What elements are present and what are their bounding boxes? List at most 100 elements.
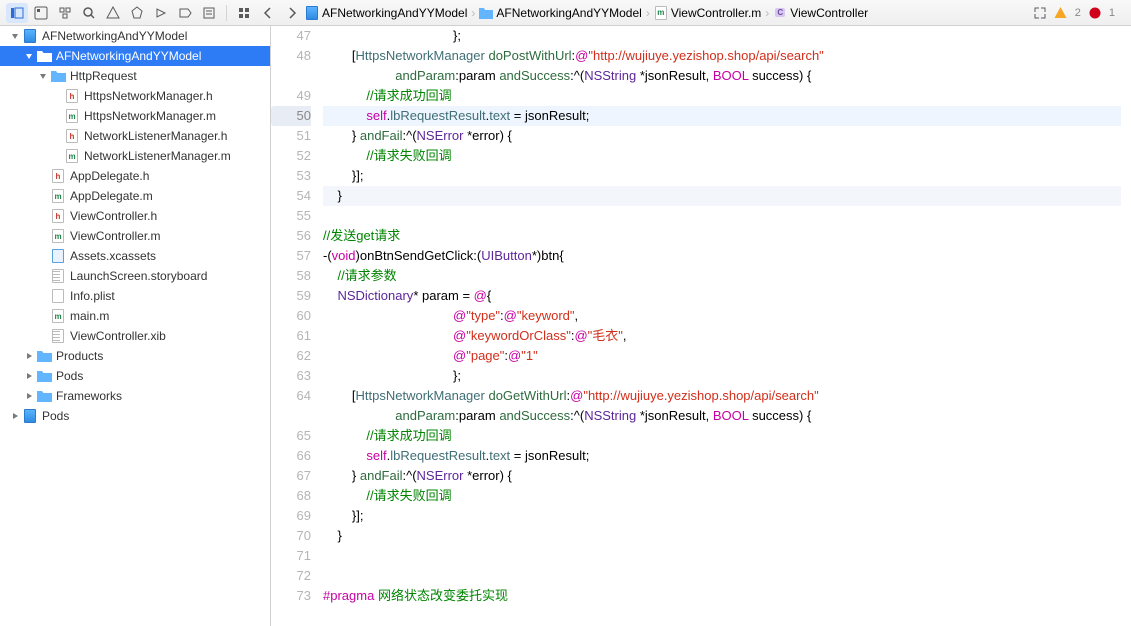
breadcrumb[interactable]: C ViewController bbox=[773, 6, 868, 20]
code-line[interactable]: } bbox=[323, 186, 1121, 206]
code-line[interactable]: [HttpsNetworkManager doGetWithUrl:@"http… bbox=[323, 386, 1121, 406]
tree-row[interactable]: Info.plist bbox=[0, 286, 270, 306]
breadcrumb[interactable]: m ViewController.m bbox=[654, 6, 761, 20]
line-number[interactable]: 55 bbox=[271, 206, 311, 226]
tree-row[interactable]: mAppDelegate.m bbox=[0, 186, 270, 206]
code-line[interactable]: } andFail:^(NSError *error) { bbox=[323, 126, 1121, 146]
code-line[interactable]: } bbox=[323, 526, 1121, 546]
tree-row[interactable]: hNetworkListenerManager.h bbox=[0, 126, 270, 146]
nav-back-button[interactable] bbox=[257, 3, 279, 23]
disclosure-triangle[interactable] bbox=[24, 352, 34, 360]
code-line[interactable]: //请求成功回调 bbox=[323, 86, 1121, 106]
disclosure-triangle[interactable] bbox=[10, 412, 20, 420]
symbol-navigator-tab[interactable] bbox=[54, 3, 76, 23]
line-number[interactable]: 60 bbox=[271, 306, 311, 326]
breadcrumb[interactable]: AFNetworkingAndYYModel bbox=[479, 6, 641, 20]
code-line[interactable]: -(void)onBtnSendGetClick:(UIButton*)btn{ bbox=[323, 246, 1121, 266]
code-line[interactable]: andParam:param andSuccess:^(NSString *js… bbox=[323, 66, 1121, 86]
tree-row[interactable]: Frameworks bbox=[0, 386, 270, 406]
line-number[interactable]: 52 bbox=[271, 146, 311, 166]
code-line[interactable] bbox=[323, 546, 1121, 566]
code-line[interactable]: }]; bbox=[323, 506, 1121, 526]
line-number[interactable]: 63 bbox=[271, 366, 311, 386]
disclosure-triangle[interactable] bbox=[24, 392, 34, 400]
tree-row[interactable]: Pods bbox=[0, 406, 270, 426]
code-line[interactable]: andParam:param andSuccess:^(NSString *js… bbox=[323, 406, 1121, 426]
code-line[interactable]: } andFail:^(NSError *error) { bbox=[323, 466, 1121, 486]
code-line[interactable] bbox=[323, 566, 1121, 586]
line-number[interactable]: 56 bbox=[271, 226, 311, 246]
code-line[interactable]: }; bbox=[323, 26, 1121, 46]
test-navigator-tab[interactable] bbox=[126, 3, 148, 23]
code-line[interactable]: //请求成功回调 bbox=[323, 426, 1121, 446]
line-number[interactable]: 65 bbox=[271, 426, 311, 446]
code-line[interactable]: @"type":@"keyword", bbox=[323, 306, 1121, 326]
code-content[interactable]: }; [HttpsNetworkManager doPostWithUrl:@"… bbox=[323, 26, 1131, 626]
tree-row[interactable]: HttpRequest bbox=[0, 66, 270, 86]
find-navigator-tab[interactable] bbox=[78, 3, 100, 23]
line-number[interactable]: 47 bbox=[271, 26, 311, 46]
code-line[interactable] bbox=[323, 206, 1121, 226]
code-line[interactable]: }; bbox=[323, 366, 1121, 386]
line-number[interactable]: 69 bbox=[271, 506, 311, 526]
disclosure-triangle[interactable] bbox=[38, 72, 48, 80]
code-line[interactable]: [HttpsNetworkManager doPostWithUrl:@"htt… bbox=[323, 46, 1121, 66]
code-line[interactable]: @"page":@"1" bbox=[323, 346, 1121, 366]
error-icon[interactable] bbox=[1089, 7, 1101, 19]
code-line[interactable]: //请求失败回调 bbox=[323, 486, 1121, 506]
tree-row[interactable]: LaunchScreen.storyboard bbox=[0, 266, 270, 286]
line-number[interactable]: 73 bbox=[271, 586, 311, 606]
line-number[interactable]: 67 bbox=[271, 466, 311, 486]
code-line[interactable]: //请求失败回调 bbox=[323, 146, 1121, 166]
code-line[interactable]: #pragma 网络状态改变委托实现 bbox=[323, 586, 1121, 606]
tree-row[interactable]: AFNetworkingAndYYModel bbox=[0, 26, 270, 46]
tree-row[interactable]: hHttpsNetworkManager.h bbox=[0, 86, 270, 106]
tree-row[interactable]: mViewController.m bbox=[0, 226, 270, 246]
related-items-button[interactable] bbox=[233, 3, 255, 23]
line-number[interactable]: 58 bbox=[271, 266, 311, 286]
source-editor[interactable]: 4748495051525354555657585960616263646566… bbox=[271, 26, 1131, 626]
issue-navigator-tab[interactable] bbox=[102, 3, 124, 23]
code-line[interactable]: //请求参数 bbox=[323, 266, 1121, 286]
tree-row[interactable]: Pods bbox=[0, 366, 270, 386]
tree-row[interactable]: AFNetworkingAndYYModel bbox=[0, 46, 270, 66]
line-number[interactable]: 48 bbox=[271, 46, 311, 66]
code-line[interactable]: //发送get请求 bbox=[323, 226, 1121, 246]
code-line[interactable]: NSDictionary* param = @{ bbox=[323, 286, 1121, 306]
code-line[interactable]: self.lbRequestResult.text = jsonResult; bbox=[323, 446, 1121, 466]
line-number[interactable]: 62 bbox=[271, 346, 311, 366]
debug-navigator-tab[interactable] bbox=[150, 3, 172, 23]
line-number[interactable]: 50 bbox=[271, 106, 311, 126]
line-number[interactable]: 72 bbox=[271, 566, 311, 586]
code-line[interactable]: }]; bbox=[323, 166, 1121, 186]
expand-icon[interactable] bbox=[1034, 7, 1046, 19]
project-navigator[interactable]: AFNetworkingAndYYModelAFNetworkingAndYYM… bbox=[0, 26, 271, 626]
breadcrumb[interactable]: AFNetworkingAndYYModel bbox=[305, 6, 467, 20]
line-number[interactable]: 70 bbox=[271, 526, 311, 546]
breakpoint-navigator-tab[interactable] bbox=[174, 3, 196, 23]
line-number[interactable]: 49 bbox=[271, 86, 311, 106]
tree-row[interactable]: mHttpsNetworkManager.m bbox=[0, 106, 270, 126]
tree-row[interactable]: hViewController.h bbox=[0, 206, 270, 226]
line-number[interactable]: 54 bbox=[271, 186, 311, 206]
line-number[interactable]: 53 bbox=[271, 166, 311, 186]
line-number[interactable]: 59 bbox=[271, 286, 311, 306]
line-number[interactable]: 68 bbox=[271, 486, 311, 506]
tree-row[interactable]: Products bbox=[0, 346, 270, 366]
line-number-gutter[interactable]: 4748495051525354555657585960616263646566… bbox=[271, 26, 323, 626]
line-number[interactable] bbox=[271, 66, 311, 86]
line-number[interactable]: 57 bbox=[271, 246, 311, 266]
tree-row[interactable]: mNetworkListenerManager.m bbox=[0, 146, 270, 166]
disclosure-triangle[interactable] bbox=[10, 32, 20, 40]
disclosure-triangle[interactable] bbox=[24, 52, 34, 60]
tree-row[interactable]: mmain.m bbox=[0, 306, 270, 326]
line-number[interactable]: 61 bbox=[271, 326, 311, 346]
line-number[interactable]: 71 bbox=[271, 546, 311, 566]
nav-forward-button[interactable] bbox=[281, 3, 303, 23]
project-navigator-tab[interactable] bbox=[6, 3, 28, 23]
tree-row[interactable]: Assets.xcassets bbox=[0, 246, 270, 266]
code-line[interactable]: @"keywordOrClass":@"毛衣", bbox=[323, 326, 1121, 346]
tree-row[interactable]: ViewController.xib bbox=[0, 326, 270, 346]
disclosure-triangle[interactable] bbox=[24, 372, 34, 380]
warning-icon[interactable] bbox=[1054, 6, 1067, 19]
